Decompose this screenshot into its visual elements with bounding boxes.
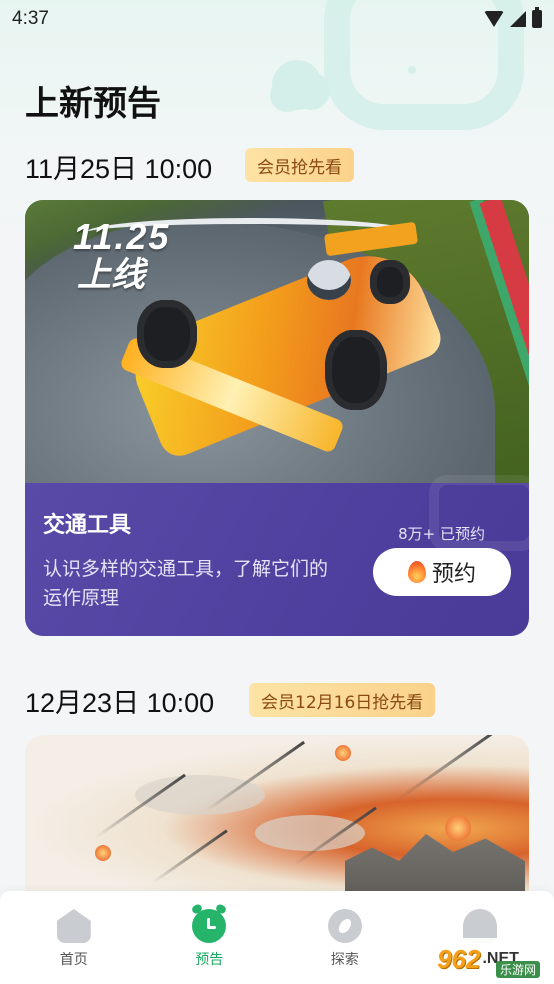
page-title: 上新预告 bbox=[25, 84, 161, 124]
fireball bbox=[335, 745, 351, 761]
launch-overlay: 11.25 上线 bbox=[73, 216, 171, 295]
tab-label: 预告 bbox=[195, 952, 224, 968]
launch-label: 上线 bbox=[77, 254, 145, 295]
fireball bbox=[95, 845, 111, 861]
member-tag: 会员12月16日抢先看 bbox=[249, 683, 436, 717]
card-cover-image[interactable]: 11.25 上线 bbox=[25, 200, 529, 483]
reserve-button-label: 预约 bbox=[431, 562, 476, 587]
driver-helmet bbox=[307, 260, 351, 300]
card-cover-image[interactable] bbox=[25, 735, 529, 905]
tab-explore[interactable]: 探索 bbox=[290, 891, 400, 984]
meteor-streak bbox=[152, 829, 228, 884]
decorative-dot bbox=[408, 66, 416, 74]
section-date: 11月25日 10:00 bbox=[25, 154, 213, 184]
preview-card[interactable] bbox=[25, 735, 529, 905]
clock-hand bbox=[207, 926, 217, 929]
reserve-count: 8万+ 已预约 bbox=[398, 525, 485, 543]
car-wheel bbox=[137, 300, 197, 368]
preview-card[interactable]: 11.25 上线 交通工具 认识多样的交通工具，了解它们的运作原理 8万+ 已预… bbox=[25, 200, 529, 636]
card-description: 认识多样的交通工具，了解它们的运作原理 bbox=[43, 558, 329, 609]
home-icon bbox=[56, 909, 91, 943]
car-wheel bbox=[325, 330, 387, 410]
car-wheel bbox=[370, 260, 410, 304]
section-date: 12月23日 10:00 bbox=[25, 688, 215, 718]
watermark-number: 962 bbox=[437, 943, 481, 974]
meteor-streak bbox=[394, 735, 496, 803]
site-watermark-logo: 962 .NET 乐游网 bbox=[408, 938, 548, 980]
tab-preview[interactable]: 预告 bbox=[154, 891, 264, 984]
reserve-button[interactable]: 预约 bbox=[373, 548, 511, 596]
tab-label: 首页 bbox=[59, 952, 88, 968]
fire-icon bbox=[407, 561, 426, 583]
compass-icon bbox=[327, 909, 362, 943]
decorative-flower bbox=[272, 60, 322, 110]
alarm-clock-icon bbox=[192, 909, 227, 943]
smoke-cloud bbox=[255, 815, 365, 851]
tab-label: 探索 bbox=[330, 952, 359, 968]
battery-icon bbox=[532, 7, 542, 28]
status-bar: 4:37 bbox=[0, 0, 554, 38]
status-icons bbox=[484, 7, 542, 28]
watermark-sub: 乐游网 bbox=[495, 961, 540, 978]
tab-home[interactable]: 首页 bbox=[19, 891, 129, 984]
fireball bbox=[445, 815, 471, 841]
launch-date: 11.25 bbox=[73, 216, 171, 257]
signal-icon bbox=[510, 11, 526, 27]
card-info-panel: 交通工具 认识多样的交通工具，了解它们的运作原理 8万+ 已预约 预约 bbox=[25, 475, 529, 636]
member-tag: 会员抢先看 bbox=[245, 148, 354, 182]
status-time: 4:37 bbox=[12, 8, 49, 29]
wifi-icon bbox=[484, 11, 504, 27]
